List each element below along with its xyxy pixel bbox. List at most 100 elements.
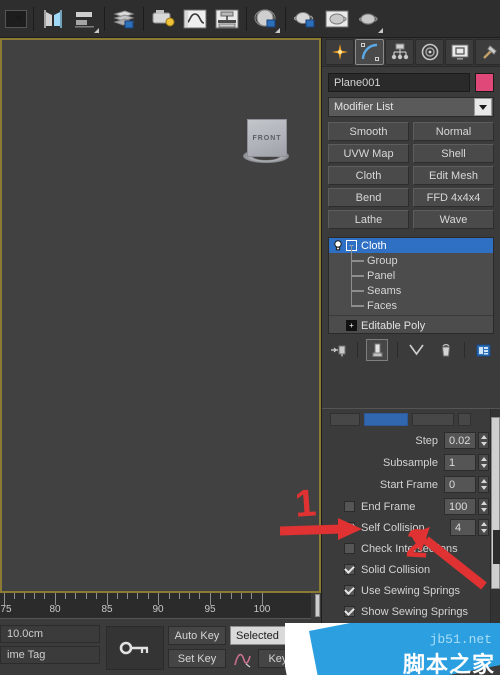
timeline-scrollbar[interactable] [315, 594, 320, 617]
param-row-check-intersections: Check Intersections [322, 539, 500, 558]
self-collision-checkbox[interactable] [344, 522, 355, 533]
modifier-button-cloth[interactable]: Cloth [328, 166, 409, 185]
stack-subitem-panel[interactable]: Panel [329, 260, 493, 283]
stack-item-editable-poly[interactable]: + Editable Poly [329, 318, 493, 333]
modifier-button-shell[interactable]: Shell [413, 144, 494, 163]
align-button[interactable] [70, 4, 100, 34]
self-collision-value-input[interactable]: 4 [450, 519, 476, 536]
tab-display[interactable] [445, 39, 474, 65]
modifier-button-smooth[interactable]: Smooth [328, 122, 409, 141]
timeline-ruler[interactable]: 75 80 85 90 95 100 [0, 593, 321, 623]
check-intersections-checkbox[interactable] [344, 543, 355, 554]
modifier-button-normal[interactable]: Normal [413, 122, 494, 141]
show-sewing-springs-checkbox[interactable] [344, 606, 355, 617]
modifier-list-dropdown[interactable]: Modifier List [328, 97, 494, 117]
end-frame-checkbox[interactable] [344, 501, 355, 512]
light-bulb-icon[interactable] [332, 239, 344, 252]
view-cube[interactable]: FRONT [243, 119, 289, 163]
timeline-tick [199, 593, 200, 599]
timeline-scroll-region[interactable] [311, 593, 321, 618]
use-sewing-springs-checkbox[interactable] [344, 585, 355, 596]
param-row-use-sewing-springs: Use Sewing Springs [322, 581, 500, 600]
solid-collision-checkbox[interactable] [344, 564, 355, 575]
key-mode-toggle-button[interactable] [106, 626, 164, 670]
material-editor-button[interactable] [251, 4, 281, 34]
modifier-stack[interactable]: − Cloth Group Panel Seams Faces + Editab… [328, 237, 494, 334]
start-frame-spinner[interactable] [478, 476, 489, 493]
subsample-spinner[interactable] [478, 454, 489, 471]
set-key-button[interactable]: Set Key [168, 649, 226, 668]
tab-motion[interactable] [415, 39, 444, 65]
end-frame-input[interactable]: 100 [444, 498, 476, 515]
start-frame-input[interactable]: 0 [444, 476, 476, 493]
spinner-up-icon [480, 478, 487, 483]
show-end-result-button[interactable] [366, 339, 389, 361]
auto-key-button[interactable]: Auto Key [168, 626, 226, 645]
configure-modifier-sets-button[interactable] [474, 340, 494, 360]
curve-editor-button[interactable] [180, 4, 210, 34]
render-setup-button[interactable] [148, 4, 178, 34]
end-frame-spinner[interactable] [478, 498, 489, 515]
self-collision-value-group: 4 [450, 519, 489, 536]
viewport-canvas[interactable]: FRONT [2, 40, 319, 591]
spinner-up-icon [480, 500, 487, 505]
timeline-track[interactable]: 75 80 85 90 95 100 [0, 593, 311, 619]
modifier-button-edit-mesh[interactable]: Edit Mesh [413, 166, 494, 185]
viewport-front[interactable]: FRONT [0, 38, 321, 593]
spinner-down-icon [480, 486, 487, 491]
toolbar-separator [246, 6, 247, 31]
tab-create[interactable] [325, 39, 354, 65]
activeshade-button[interactable] [354, 4, 384, 34]
stack-subitem-faces[interactable]: Faces [329, 290, 493, 313]
show-sewing-springs-label: Show Sewing Springs [361, 605, 469, 618]
scrollbar-grip [493, 530, 500, 564]
modifier-list-arrow-button[interactable] [474, 98, 492, 116]
timeline-tick [148, 593, 149, 599]
selection-filter-dropdown[interactable] [3, 4, 29, 34]
subsample-input[interactable]: 1 [444, 454, 476, 471]
make-unique-button[interactable] [407, 340, 427, 360]
self-collision-value-spinner[interactable] [478, 519, 489, 536]
object-name-field[interactable]: Plane001 [328, 73, 470, 92]
tab-hierarchy[interactable] [385, 39, 414, 65]
scrollbar-thumb[interactable] [491, 417, 500, 589]
key-curve-icon [234, 653, 251, 667]
view-cube-face-label[interactable]: FRONT [247, 119, 287, 157]
spinner-down-icon [480, 529, 487, 534]
timeline-tick [220, 593, 221, 599]
add-time-tag-field[interactable]: ime Tag [0, 646, 100, 664]
step-input[interactable]: 0.02 [444, 432, 476, 449]
gravity-field[interactable] [364, 413, 408, 426]
main-toolbar [0, 0, 500, 38]
modifier-button-lathe[interactable]: Lathe [328, 210, 409, 229]
stack-subitem-seams[interactable]: Seams [329, 275, 493, 298]
object-color-swatch[interactable] [475, 73, 494, 92]
layer-manager-button[interactable] [109, 4, 139, 34]
hierarchy-icon [391, 43, 408, 60]
grid-size-field: 10.0cm [0, 625, 100, 643]
modifier-button-bend[interactable]: Bend [328, 188, 409, 207]
timeline-tick [189, 593, 190, 599]
parameters-scrollbar[interactable] [490, 409, 500, 632]
schematic-view-button[interactable] [212, 4, 242, 34]
pin-stack-button[interactable] [328, 340, 348, 360]
clipped-parameter-row[interactable] [322, 411, 500, 428]
stack-subitem-group[interactable]: Group [329, 245, 493, 268]
tab-modify[interactable] [355, 39, 384, 65]
render-iterative-button[interactable] [322, 4, 352, 34]
modifier-button-ffd[interactable]: FFD 4x4x4 [413, 188, 494, 207]
mirror-icon [44, 9, 62, 28]
mirror-button[interactable] [38, 4, 68, 34]
set-key-curve-button[interactable] [230, 649, 256, 669]
remove-modifier-button[interactable] [436, 340, 456, 360]
modifier-button-uvw-map[interactable]: UVW Map [328, 144, 409, 163]
tree-branch-icon [347, 245, 367, 268]
modifier-button-wave[interactable]: Wave [413, 210, 494, 229]
render-production-button[interactable] [290, 4, 320, 34]
tab-utilities[interactable] [475, 39, 500, 65]
make-unique-icon [409, 344, 424, 356]
spinner-down-icon [480, 508, 487, 513]
stack-item-cloth[interactable]: − Cloth [329, 238, 493, 253]
step-spinner[interactable] [478, 432, 489, 449]
stack-expand-icon[interactable]: + [346, 320, 357, 331]
